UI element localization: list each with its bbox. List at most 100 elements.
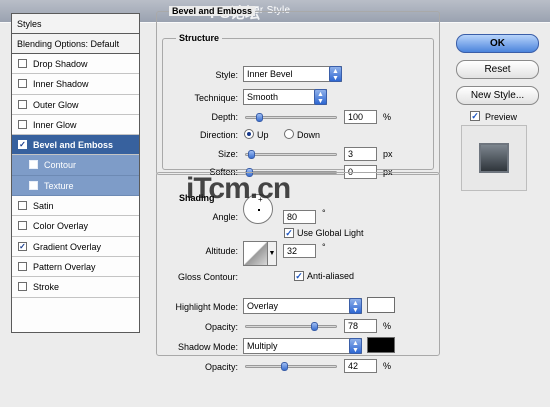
- preview-label: Preview: [485, 112, 518, 122]
- style-item-gradient-overlay[interactable]: ✓ Gradient Overlay: [12, 236, 139, 257]
- style-item-inner-glow[interactable]: Inner Glow: [12, 114, 139, 136]
- style-item-checkbox[interactable]: ✓: [18, 140, 27, 150]
- highlight-color-swatch[interactable]: [367, 297, 395, 313]
- use-global-light-label: Use Global Light: [297, 228, 364, 238]
- angle-dial[interactable]: +: [243, 194, 273, 224]
- shadow-opacity-thumb[interactable]: [281, 362, 288, 371]
- direction-up-label: Up: [257, 130, 269, 140]
- depth-unit: %: [383, 112, 392, 122]
- style-item-checkbox[interactable]: ✓: [18, 241, 27, 251]
- style-item-texture[interactable]: Texture: [12, 175, 139, 197]
- crosshair-icon: +: [258, 195, 263, 204]
- style-item-checkbox[interactable]: [29, 180, 38, 190]
- style-item-outer-glow[interactable]: Outer Glow: [12, 94, 139, 115]
- highlight-mode-label: Highlight Mode:: [175, 302, 238, 312]
- style-item-pattern-overlay[interactable]: Pattern Overlay: [12, 256, 139, 278]
- style-item-checkbox[interactable]: [18, 282, 27, 292]
- reset-button[interactable]: Reset: [456, 60, 539, 79]
- style-item-label: Drop Shadow: [33, 59, 88, 69]
- style-item-stroke[interactable]: Stroke: [12, 277, 139, 298]
- anti-aliased-checkbox[interactable]: ✓: [294, 271, 304, 281]
- highlight-mode-value: Overlay: [247, 301, 279, 311]
- angle-dial-center: [258, 209, 260, 211]
- direction-up-radio[interactable]: [244, 129, 254, 139]
- blending-options-row[interactable]: Blending Options: Default: [12, 34, 139, 54]
- ok-button[interactable]: OK: [456, 34, 539, 53]
- style-item-label: Contour: [44, 160, 77, 171]
- chevron-down-icon: ▼: [268, 250, 276, 257]
- gloss-contour-preview[interactable]: [243, 241, 268, 266]
- size-input[interactable]: 3: [344, 147, 377, 161]
- style-item-checkbox[interactable]: [29, 160, 38, 170]
- altitude-input[interactable]: 32: [283, 244, 316, 258]
- style-item-color-overlay[interactable]: Color Overlay: [12, 216, 139, 237]
- style-item-label: Stroke: [33, 282, 60, 293]
- style-item-checkbox[interactable]: [18, 59, 27, 68]
- size-slider[interactable]: [245, 150, 337, 159]
- updown-arrows-icon: ▲ ▼: [349, 298, 362, 314]
- style-item-contour[interactable]: Contour: [12, 155, 139, 176]
- style-item-label: Bevel and Emboss: [33, 140, 114, 151]
- shadow-color-swatch[interactable]: [367, 337, 395, 353]
- gloss-contour-dropdown[interactable]: ▼: [268, 241, 277, 266]
- depth-input[interactable]: 100: [344, 110, 377, 124]
- updown-arrows-icon: ▲ ▼: [329, 66, 342, 82]
- preview-checkbox[interactable]: ✓: [470, 111, 480, 121]
- style-preview-box: [461, 125, 527, 191]
- altitude-unit: °: [322, 242, 326, 252]
- angle-unit: °: [322, 208, 326, 218]
- style-item-bevel-and-emboss[interactable]: ✓ Bevel and Emboss: [12, 135, 139, 156]
- highlight-opacity-slider[interactable]: [245, 322, 337, 331]
- style-item-label: Texture: [44, 180, 74, 191]
- highlight-opacity-thumb[interactable]: [311, 322, 318, 331]
- highlight-opacity-unit: %: [383, 321, 392, 331]
- size-slider-thumb[interactable]: [248, 150, 255, 159]
- style-item-checkbox[interactable]: [18, 261, 27, 271]
- technique-select-value: Smooth: [247, 92, 279, 102]
- style-item-label: Pattern Overlay: [33, 261, 96, 272]
- style-item-checkbox[interactable]: [18, 221, 27, 231]
- shadow-opacity-slider[interactable]: [245, 362, 337, 371]
- size-unit: px: [383, 149, 393, 159]
- new-style-button[interactable]: New Style...: [456, 86, 539, 105]
- shadow-mode-label: Shadow Mode:: [177, 342, 238, 352]
- style-item-drop-shadow[interactable]: Drop Shadow: [12, 54, 139, 75]
- use-global-light-checkbox[interactable]: ✓: [284, 228, 294, 238]
- style-item-label: Inner Glow: [33, 119, 77, 130]
- style-item-checkbox[interactable]: [18, 119, 27, 129]
- depth-slider-thumb[interactable]: [256, 113, 263, 122]
- highlight-opacity-label: Opacity:: [204, 322, 238, 332]
- updown-arrows-icon: ▲ ▼: [349, 338, 362, 354]
- style-item-satin[interactable]: Satin: [12, 196, 139, 217]
- style-preview-swatch: [479, 143, 509, 173]
- style-item-checkbox[interactable]: [18, 99, 27, 109]
- styles-list: Styles Blending Options: Default Drop Sh…: [11, 13, 140, 333]
- style-select[interactable]: Inner Bevel ▲ ▼: [243, 66, 342, 82]
- altitude-label: Altitude:: [205, 246, 238, 256]
- depth-slider[interactable]: [245, 113, 337, 122]
- direction-label: Direction:: [199, 130, 238, 140]
- structure-title: Structure: [176, 33, 223, 43]
- bevel-emboss-title: Bevel and Emboss: [169, 6, 256, 16]
- style-item-checkbox[interactable]: [18, 79, 27, 89]
- highlight-mode-select[interactable]: Overlay ▲ ▼: [243, 298, 362, 314]
- styles-header[interactable]: Styles: [12, 14, 139, 34]
- style-item-label: Color Overlay: [33, 221, 89, 232]
- direction-down-radio[interactable]: [284, 129, 294, 139]
- gloss-contour-label: Gloss Contour:: [177, 272, 238, 282]
- style-item-inner-shadow[interactable]: Inner Shadow: [12, 74, 139, 95]
- anti-aliased-label: Anti-aliased: [307, 271, 355, 281]
- shadow-mode-value: Multiply: [247, 341, 278, 351]
- style-item-checkbox[interactable]: [18, 201, 27, 211]
- highlight-opacity-input[interactable]: 78: [344, 319, 377, 333]
- angle-input[interactable]: 80: [283, 210, 316, 224]
- technique-select[interactable]: Smooth ▲ ▼: [243, 89, 327, 105]
- direction-down-label: Down: [297, 130, 321, 140]
- shadow-opacity-input[interactable]: 42: [344, 359, 377, 373]
- style-label: Style:: [215, 70, 238, 80]
- style-item-label: Satin: [33, 201, 54, 212]
- updown-arrows-icon: ▲ ▼: [314, 89, 327, 105]
- style-item-label: Inner Shadow: [33, 79, 89, 90]
- size-label: Size:: [217, 149, 238, 159]
- shadow-mode-select[interactable]: Multiply ▲ ▼: [243, 338, 362, 354]
